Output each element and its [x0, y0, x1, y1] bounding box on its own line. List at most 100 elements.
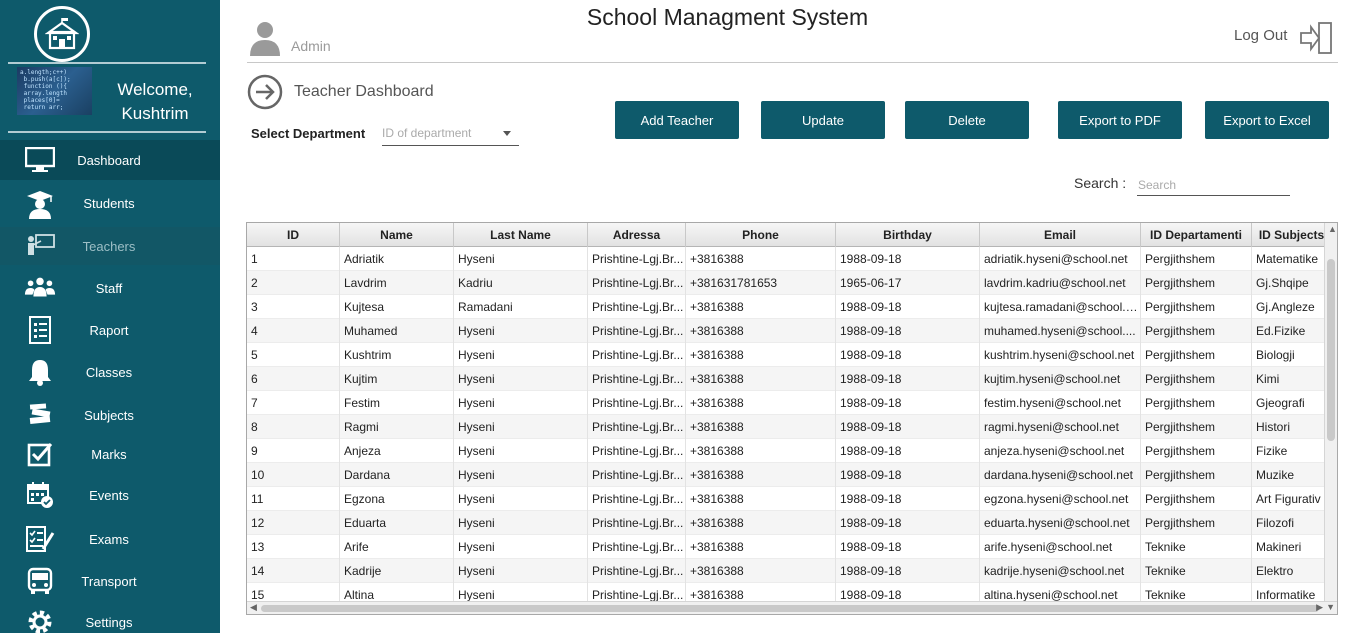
sidebar-item-label: Raport [89, 322, 129, 338]
cell-id-departamenti: Pergjithshem [1141, 391, 1252, 415]
cell-birthday: 1988-09-18 [836, 535, 980, 559]
sidebar: a.length;c++) b.push(a[c]); function (){… [0, 0, 220, 633]
column-header-id-departamenti[interactable]: ID Departamenti [1141, 223, 1252, 247]
cell-id: 11 [247, 487, 340, 511]
header-divider [247, 62, 1338, 63]
table-row[interactable]: 4 Muhamed Hyseni Prishtine-Lgj.Br... +381638… [247, 319, 1332, 343]
cell-last-name: Hyseni [454, 559, 588, 583]
cell-phone: +381631781653 [686, 271, 836, 295]
sidebar-item-marks[interactable]: Marks [0, 435, 220, 473]
sidebar-item-raport[interactable]: Raport [0, 311, 220, 349]
table-row[interactable]: 5 Kushtrim Hyseni Prishtine-Lgj.Br... +38163… [247, 343, 1332, 367]
column-header-id[interactable]: ID [247, 223, 340, 247]
table-row[interactable]: 7 Festim Hyseni Prishtine-Lgj.Br... +3816388… [247, 391, 1332, 415]
update-button[interactable]: Update [761, 101, 885, 139]
cell-adressa: Prishtine-Lgj.Br... [588, 391, 686, 415]
column-header-id-subjects[interactable]: ID Subjects [1252, 223, 1332, 247]
logout-icon[interactable] [1299, 21, 1335, 60]
user-role-label: Admin [291, 38, 331, 54]
horizontal-scrollbar[interactable]: ◀ ▶ ▼ [247, 601, 1337, 614]
column-header-last-name[interactable]: Last Name [454, 223, 588, 247]
export-excel-button[interactable]: Export to Excel [1205, 101, 1329, 139]
cell-adressa: Prishtine-Lgj.Br... [588, 367, 686, 391]
cell-phone: +3816388 [686, 295, 836, 319]
table-row[interactable]: 12 Eduarta Hyseni Prishtine-Lgj.Br... +38163… [247, 511, 1332, 535]
cell-birthday: 1988-09-18 [836, 295, 980, 319]
logout-button[interactable]: Log Out [1234, 27, 1287, 44]
table-row[interactable]: 2 Lavdrim Kadriu Prishtine-Lgj.Br... +381631… [247, 271, 1332, 295]
sidebar-item-label: Marks [91, 446, 127, 462]
cell-id: 9 [247, 439, 340, 463]
cell-id-subjects: Muzike [1252, 463, 1332, 487]
search-input[interactable] [1137, 172, 1290, 196]
column-header-email[interactable]: Email [980, 223, 1141, 247]
table-row[interactable]: 14 Kadrije Hyseni Prishtine-Lgj.Br... +38163… [247, 559, 1332, 583]
bus-icon [24, 566, 56, 596]
table-row[interactable]: 10 Dardana Hyseni Prishtine-Lgj.Br... +38163… [247, 463, 1332, 487]
table-row[interactable]: 9 Anjeza Hyseni Prishtine-Lgj.Br... +3816388… [247, 439, 1332, 463]
cell-id: 5 [247, 343, 340, 367]
column-header-name[interactable]: Name [340, 223, 454, 247]
cell-name: Muhamed [340, 319, 454, 343]
table-row[interactable]: 3 Kujtesa Ramadani Prishtine-Lgj.Br... +3816… [247, 295, 1332, 319]
cell-id-subjects: Makineri [1252, 535, 1332, 559]
export-pdf-button[interactable]: Export to PDF [1058, 101, 1182, 139]
horizontal-scroll-thumb[interactable] [261, 605, 1319, 612]
cell-id-subjects: Gj.Angleze [1252, 295, 1332, 319]
table-row[interactable]: 11 Egzona Hyseni Prishtine-Lgj.Br... +381638… [247, 487, 1332, 511]
cell-birthday: 1988-09-18 [836, 415, 980, 439]
add-teacher-button[interactable]: Add Teacher [615, 101, 739, 139]
scroll-up-icon[interactable]: ▲ [1328, 224, 1337, 234]
cell-id: 10 [247, 463, 340, 487]
cell-birthday: 1988-09-18 [836, 511, 980, 535]
department-select[interactable]: ID of department [382, 122, 519, 146]
sidebar-item-classes[interactable]: Classes [0, 349, 220, 395]
cell-id: 2 [247, 271, 340, 295]
cell-last-name: Hyseni [454, 511, 588, 535]
cell-email: egzona.hyseni@school.net [980, 487, 1141, 511]
column-header-adressa[interactable]: Adressa [588, 223, 686, 247]
cell-email: ragmi.hyseni@school.net [980, 415, 1141, 439]
cell-id-subjects: Kimi [1252, 367, 1332, 391]
sidebar-item-staff[interactable]: Staff [0, 265, 220, 311]
welcome-line: Welcome, [117, 80, 193, 99]
cell-last-name: Kadriu [454, 271, 588, 295]
cell-phone: +3816388 [686, 319, 836, 343]
column-header-birthday[interactable]: Birthday [836, 223, 980, 247]
cell-email: eduarta.hyseni@school.net [980, 511, 1141, 535]
cell-adressa: Prishtine-Lgj.Br... [588, 439, 686, 463]
delete-button[interactable]: Delete [905, 101, 1029, 139]
vertical-scroll-thumb[interactable] [1327, 259, 1335, 441]
table-row[interactable]: 1 Adriatik Hyseni Prishtine-Lgj.Br... +38163… [247, 247, 1332, 271]
sidebar-item-label: Dashboard [77, 152, 141, 168]
cell-id-subjects: Matematike [1252, 247, 1332, 271]
scroll-down-icon[interactable]: ▼ [1326, 602, 1335, 612]
sidebar-item-events[interactable]: Events [0, 473, 220, 517]
cell-id: 13 [247, 535, 340, 559]
cell-adressa: Prishtine-Lgj.Br... [588, 343, 686, 367]
cell-name: Ragmi [340, 415, 454, 439]
cell-last-name: Hyseni [454, 319, 588, 343]
cell-id-subjects: Filozofi [1252, 511, 1332, 535]
table-row[interactable]: 6 Kujtim Hyseni Prishtine-Lgj.Br... +3816388… [247, 367, 1332, 391]
scroll-right-icon[interactable]: ▶ [1316, 602, 1323, 613]
sidebar-item-students[interactable]: Students [0, 180, 220, 227]
scroll-left-icon[interactable]: ◀ [250, 602, 257, 613]
sidebar-item-label: Classes [85, 364, 133, 380]
sidebar-item-settings[interactable]: Settings [0, 601, 220, 633]
cell-email: muhamed.hyseni@school.... [980, 319, 1141, 343]
chevron-down-icon [503, 131, 511, 136]
cell-last-name: Hyseni [454, 487, 588, 511]
table-row[interactable]: 13 Arife Hyseni Prishtine-Lgj.Br... +3816388… [247, 535, 1332, 559]
cell-id-departamenti: Pergjithshem [1141, 415, 1252, 439]
sidebar-item-exams[interactable]: Exams [0, 517, 220, 561]
sidebar-item-subjects[interactable]: Subjects [0, 395, 220, 435]
vertical-scrollbar[interactable]: ▲ [1324, 223, 1337, 601]
table-row[interactable]: 8 Ragmi Hyseni Prishtine-Lgj.Br... +3816388 1… [247, 415, 1332, 439]
sidebar-item-teachers[interactable]: Teachers [0, 227, 220, 265]
column-header-phone[interactable]: Phone [686, 223, 836, 247]
cell-adressa: Prishtine-Lgj.Br... [588, 463, 686, 487]
cell-id-departamenti: Pergjithshem [1141, 319, 1252, 343]
sidebar-item-dashboard[interactable]: Dashboard [0, 140, 220, 180]
sidebar-item-transport[interactable]: Transport [0, 561, 220, 601]
